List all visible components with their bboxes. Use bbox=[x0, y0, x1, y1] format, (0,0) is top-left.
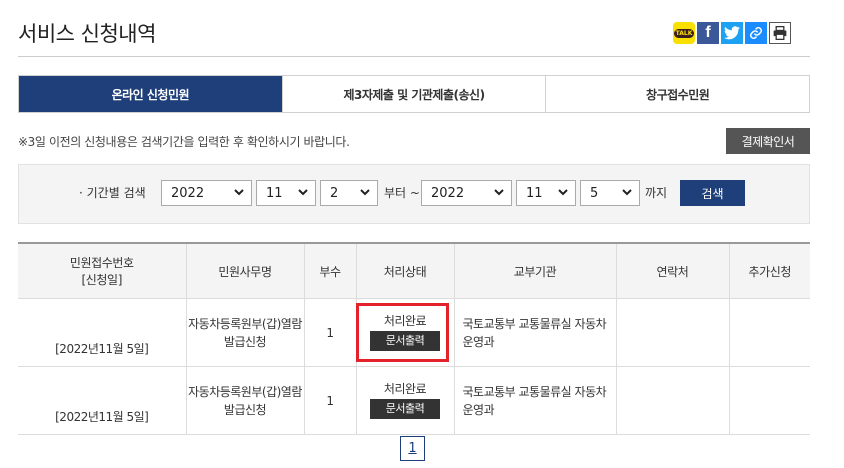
receipt-date: [2022년11월 5일] bbox=[18, 366, 187, 435]
receipt-date: [2022년11월 5일] bbox=[18, 298, 187, 367]
table-row: [2022년11월 5일] 자동차등록원부(갑)열람 발급신청 1 처리완료 문서… bbox=[18, 366, 810, 435]
header-contact: 연락처 bbox=[616, 242, 730, 299]
copies-count: 1 bbox=[304, 298, 357, 367]
contact-cell bbox=[616, 366, 730, 435]
chevron-down-icon bbox=[234, 189, 244, 196]
chevron-down-icon bbox=[360, 189, 370, 196]
affair-name: 자동차등록원부(갑)열람 발급신청 bbox=[186, 298, 305, 367]
search-period-notice: ※3일 이전의 신청내용은 검색기간을 입력한 후 확인하시기 바랍니다. bbox=[18, 135, 350, 149]
header-receipt-number: 민원접수번호 [신청일] bbox=[18, 242, 187, 299]
tab-online-applications[interactable]: 온라인 신청민원 bbox=[19, 76, 282, 112]
issuing-agency: 국토교통부 교통물류실 자동차 운영과 bbox=[454, 298, 617, 367]
period-search-panel: · 기간별 검색 2022 11 2 부터 ~ 2022 11 5 까지 검색 bbox=[18, 164, 810, 224]
to-day-select[interactable]: 5 bbox=[580, 180, 640, 206]
document-print-button[interactable]: 문서출력 bbox=[370, 331, 440, 351]
to-year-select[interactable]: 2022 bbox=[421, 180, 512, 206]
tab-third-party-submission[interactable]: 제3자제출 및 기관제출(송신) bbox=[281, 76, 546, 112]
extra-request-cell bbox=[729, 366, 810, 435]
from-month-select[interactable]: 11 bbox=[256, 180, 316, 206]
chevron-down-icon bbox=[298, 189, 308, 196]
extra-request-cell bbox=[729, 298, 810, 367]
status-cell: 처리완료 문서출력 bbox=[356, 366, 455, 435]
from-year-select[interactable]: 2022 bbox=[161, 180, 252, 206]
to-month-select[interactable]: 11 bbox=[516, 180, 576, 206]
issuing-agency: 국토교통부 교통물류실 자동차 운영과 bbox=[454, 366, 617, 435]
contact-cell bbox=[616, 298, 730, 367]
header-status: 처리상태 bbox=[356, 242, 455, 299]
search-button[interactable]: 검색 bbox=[680, 180, 745, 206]
status-cell: 처리완료 문서출력 bbox=[356, 298, 455, 367]
link-copy-icon[interactable] bbox=[745, 22, 767, 44]
table-row: [2022년11월 5일] 자동차등록원부(갑)열람 발급신청 1 처리완료 문서… bbox=[18, 298, 810, 367]
header-extra-request: 추가신청 bbox=[729, 242, 810, 299]
table-header-row: 민원접수번호 [신청일] 민원사무명 부수 처리상태 교부기관 연락처 추가신청 bbox=[18, 242, 810, 299]
payment-receipt-button[interactable]: 결제확인서 bbox=[726, 128, 810, 154]
application-list-table: 민원접수번호 [신청일] 민원사무명 부수 처리상태 교부기관 연락처 추가신청 … bbox=[18, 242, 810, 435]
document-print-button[interactable]: 문서출력 bbox=[370, 399, 440, 419]
from-day-select[interactable]: 2 bbox=[320, 180, 378, 206]
status-text: 처리완료 bbox=[383, 314, 427, 328]
print-icon[interactable] bbox=[769, 22, 791, 44]
status-text: 처리완료 bbox=[383, 382, 427, 396]
period-search-label: · 기간별 검색 bbox=[79, 186, 146, 200]
header-copies: 부수 bbox=[304, 242, 357, 299]
kakaotalk-share-icon[interactable]: TALK bbox=[673, 22, 695, 44]
copies-count: 1 bbox=[304, 366, 357, 435]
from-suffix-text: 부터 ~ bbox=[384, 186, 420, 200]
facebook-share-icon[interactable]: f bbox=[697, 22, 719, 44]
affair-name: 자동차등록원부(갑)열람 발급신청 bbox=[186, 366, 305, 435]
twitter-share-icon[interactable] bbox=[721, 22, 743, 44]
to-suffix-text: 까지 bbox=[645, 186, 668, 200]
page-title: 서비스 신청내역 bbox=[18, 22, 156, 46]
chevron-down-icon bbox=[558, 189, 568, 196]
chevron-down-icon bbox=[494, 189, 504, 196]
chevron-down-icon bbox=[622, 189, 632, 196]
tab-bar: 온라인 신청민원 제3자제출 및 기관제출(송신) 창구접수민원 bbox=[18, 75, 810, 113]
pagination-page-1[interactable]: 1 bbox=[400, 436, 425, 461]
title-divider bbox=[18, 56, 810, 57]
header-affair-name: 민원사무명 bbox=[186, 242, 305, 299]
share-bar: TALK f bbox=[673, 22, 791, 44]
header-issuing-agency: 교부기관 bbox=[454, 242, 617, 299]
tab-counter-applications[interactable]: 창구접수민원 bbox=[545, 76, 810, 112]
